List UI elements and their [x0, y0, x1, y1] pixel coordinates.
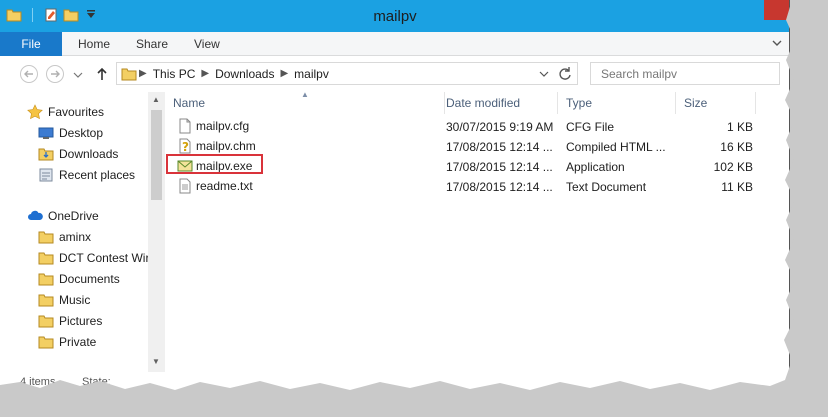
nav-desktop[interactable]: Desktop: [38, 123, 103, 143]
navigation-pane: Favourites Desktop Downloads Recent plac…: [0, 92, 148, 372]
file-date: 17/08/2015 12:14 ...: [446, 160, 553, 174]
file-name: readme.txt: [196, 179, 253, 193]
breadcrumb-separator: ▶: [201, 68, 210, 79]
window-title: mailpv: [373, 8, 417, 25]
nav-item-label: DCT Contest Wir: [59, 251, 148, 265]
selection-highlight: [166, 154, 263, 174]
file-type: CFG File: [566, 120, 614, 134]
nav-folder-documents[interactable]: Documents: [38, 269, 120, 289]
breadcrumb-downloads[interactable]: Downloads: [211, 67, 278, 81]
desktop-icon: [38, 127, 54, 139]
navpane-scrollbar[interactable]: ▲ ▼: [148, 92, 165, 372]
navigation-bar: ▶ This PC ▶ Downloads ▶ mailpv Search ma…: [0, 56, 789, 92]
search-input[interactable]: Search mailpv: [590, 62, 780, 85]
nav-item-label: Music: [59, 293, 91, 307]
scroll-up-icon[interactable]: ▲: [152, 95, 160, 104]
file-list: ▲ Name Date modified Type Size mailpv.cf…: [165, 90, 789, 372]
folder-icon: [38, 273, 54, 286]
folder-icon: [121, 68, 137, 80]
column-header-date[interactable]: Date modified: [438, 92, 558, 114]
text-file-icon: [179, 178, 191, 194]
folder-icon: [38, 315, 54, 328]
chevron-down-icon[interactable]: [772, 38, 782, 48]
help-file-icon: ?: [179, 138, 191, 154]
file-size: 16 KB: [720, 140, 753, 154]
nav-folder-private[interactable]: Private: [38, 332, 96, 352]
file-date: 30/07/2015 9:19 AM: [446, 120, 554, 134]
file-row[interactable]: readme.txt 17/08/2015 12:14 ... Text Doc…: [165, 177, 789, 197]
cloud-icon: [28, 210, 43, 220]
nav-favourites[interactable]: Favourites: [27, 102, 104, 122]
arrow-right-icon: [51, 70, 60, 78]
address-bar[interactable]: ▶ This PC ▶ Downloads ▶ mailpv: [116, 62, 578, 85]
breadcrumb-mailpv[interactable]: mailpv: [290, 67, 333, 81]
file-date: 17/08/2015 12:14 ...: [446, 180, 553, 194]
nav-item-label: Desktop: [59, 126, 104, 140]
file-date: 17/08/2015 12:14 ...: [446, 140, 553, 154]
nav-folder-dct-contest[interactable]: DCT Contest Wir: [38, 248, 148, 268]
nav-item-label: Recent places: [59, 168, 136, 182]
scroll-down-icon[interactable]: ▼: [152, 357, 160, 366]
nav-recent-places[interactable]: Recent places: [38, 165, 135, 185]
scrollbar-thumb[interactable]: [151, 110, 162, 200]
file-size: 1 KB: [726, 120, 753, 134]
folder-icon: [38, 252, 54, 265]
file-type: Text Document: [566, 180, 647, 194]
recent-locations-icon[interactable]: [73, 70, 83, 80]
file-type: Compiled HTML ...: [566, 140, 666, 154]
file-name: mailpv.chm: [196, 139, 256, 153]
file-size: 11 KB: [721, 180, 753, 194]
file-row[interactable]: mailpv.cfg 30/07/2015 9:19 AM CFG File 1…: [165, 117, 789, 137]
breadcrumb-this-pc[interactable]: This PC: [149, 67, 200, 81]
folder-icon: [38, 231, 54, 244]
tab-home[interactable]: Home: [64, 32, 124, 56]
state-label: State:: [82, 376, 111, 388]
arrow-left-icon: [24, 70, 33, 78]
tab-view[interactable]: View: [180, 32, 234, 56]
close-button[interactable]: [764, 0, 789, 20]
recent-places-icon: [39, 168, 53, 182]
downloads-folder-icon: [38, 148, 54, 161]
column-header-type[interactable]: Type: [558, 92, 676, 114]
breadcrumb-separator: ▶: [280, 68, 289, 79]
nav-item-label: Pictures: [59, 314, 103, 328]
nav-item-label: Favourites: [48, 105, 105, 119]
tab-share[interactable]: Share: [122, 32, 182, 56]
forward-button[interactable]: [46, 65, 64, 83]
folder-icon: [38, 294, 54, 307]
refresh-icon[interactable]: [557, 66, 573, 82]
status-bar: 4 items State:: [0, 372, 789, 395]
title-bar: mailpv: [0, 0, 789, 32]
nav-item-label: aminx: [59, 230, 92, 244]
file-name: mailpv.cfg: [196, 119, 250, 133]
nav-folder-music[interactable]: Music: [38, 290, 90, 310]
nav-downloads[interactable]: Downloads: [38, 144, 118, 164]
nav-folder-pictures[interactable]: Pictures: [38, 311, 102, 331]
column-header-size[interactable]: Size: [676, 92, 756, 114]
breadcrumb-separator: ▶: [139, 68, 147, 79]
nav-folder-aminx[interactable]: aminx: [38, 227, 91, 247]
item-count: 4 items: [20, 376, 56, 388]
svg-text:?: ?: [182, 140, 189, 154]
cfg-file-icon: [179, 118, 191, 134]
folder-icon: [38, 336, 54, 349]
ribbon-tabs: File Home Share View: [0, 32, 789, 56]
nav-item-label: Documents: [59, 272, 120, 286]
back-button[interactable]: [20, 65, 38, 83]
tab-file[interactable]: File: [0, 32, 62, 56]
nav-item-label: OneDrive: [48, 209, 99, 223]
up-arrow-icon[interactable]: [94, 66, 110, 82]
nav-item-label: Private: [59, 335, 97, 349]
file-size: 102 KB: [713, 160, 753, 174]
column-header-name[interactable]: Name: [165, 92, 445, 114]
nav-item-label: Downloads: [59, 147, 119, 161]
explorer-window: mailpv File Home Share View ▶ This PC ▶ …: [0, 0, 790, 395]
file-type: Application: [566, 160, 625, 174]
chevron-down-icon[interactable]: [539, 69, 549, 79]
star-icon: [27, 104, 43, 120]
nav-onedrive[interactable]: OneDrive: [27, 206, 99, 226]
